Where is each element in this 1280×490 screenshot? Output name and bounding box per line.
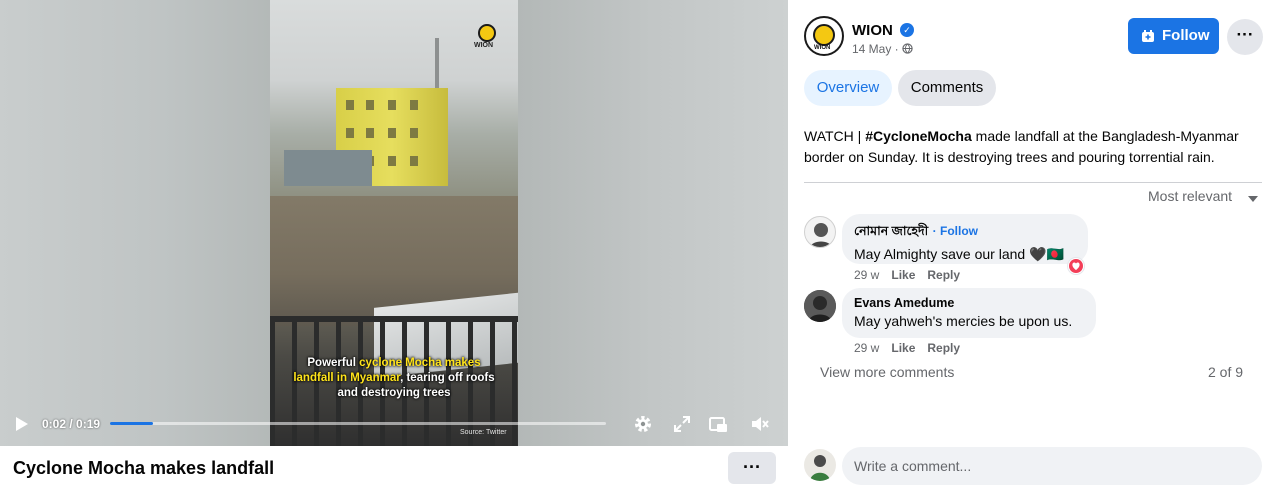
video-blur-left [0,0,270,446]
post-title: Cyclone Mocha makes landfall [13,458,275,478]
caption-highlight-2: landfall in Myanmar [293,372,401,384]
video-controls: 0:02 / 0:19 [0,402,788,446]
video-blur-right [518,0,788,446]
post-text: WATCH | #CycloneMocha made landfall at t… [804,126,1266,168]
caption-highlight-1: cyclone Mocha makes [359,357,481,369]
reply-link[interactable]: Reply [927,341,960,355]
caption-plain-2: , tearing off roofs [400,372,495,384]
video-player[interactable]: WION Powerful cyclone Mocha makes landfa… [0,0,788,446]
comment-follow-link[interactable]: · Follow [933,224,978,238]
comment-author[interactable]: নোমান জাহেদী [854,224,928,238]
tab-comments[interactable]: Comments [898,70,996,106]
reply-link[interactable]: Reply [927,268,960,282]
fullscreen-expand-icon[interactable] [672,414,692,434]
person-photo-icon [809,223,833,247]
divider [804,182,1262,183]
like-link[interactable]: Like [891,341,915,355]
picture-in-picture-icon[interactable] [708,414,728,434]
tab-overview[interactable]: Overview [804,70,892,106]
comment-meta: 29 w Like Reply [854,341,972,355]
watermark-logo-icon [478,24,496,42]
chevron-down-icon[interactable] [1248,195,1258,203]
comment-author[interactable]: Evans Amedume [854,296,1084,310]
commenter-avatar[interactable] [804,290,836,322]
comment-meta: 29 w Like Reply [854,268,972,282]
post-date[interactable]: 14 May · [852,42,913,56]
verified-badge-icon: ✓ [900,23,914,37]
progress-fill [110,422,153,425]
page-more-button[interactable]: ··· [1227,19,1263,55]
hashtag-link[interactable]: #CycloneMocha [865,128,972,144]
comment-text: May Almighty save our land 🖤🇧🇩 [854,246,1064,262]
comment-bubble: নোমান জাহেদী · Follow May Almighty save … [842,214,1088,264]
sort-dropdown[interactable]: Most relevant [1148,188,1232,204]
wion-logo-icon [813,24,835,46]
play-icon[interactable] [14,416,30,432]
avatar-label: WION [814,45,831,51]
caption-line-3: and destroying trees [337,387,451,399]
page-avatar[interactable]: WION [804,16,844,56]
comment-text: May yahweh's mercies be upon us. [854,313,1073,329]
settings-gear-icon[interactable] [633,414,653,434]
video-caption: Powerful cyclone Mocha makes landfall in… [270,356,518,401]
comment-input[interactable] [842,447,1262,485]
caption-plain-1: Powerful [307,357,360,369]
love-reaction-icon[interactable] [1067,257,1085,275]
globe-icon [902,43,913,54]
comment-count: 2 of 9 [1208,364,1244,380]
video-frame: WION Powerful cyclone Mocha makes landfa… [270,0,518,446]
volume-muted-icon[interactable] [750,414,770,434]
current-user-avatar[interactable] [804,449,836,481]
comment-age: 29 w [854,268,880,282]
scene-hut [284,150,372,186]
post-date-text: 14 May · [852,42,899,56]
like-link[interactable]: Like [891,268,915,282]
person-photo-icon [810,455,830,481]
follow-plus-icon [1142,30,1154,42]
video-time: 0:02 / 0:19 [42,417,101,431]
watermark-text: WION [474,42,494,49]
page-name[interactable]: WION [852,22,893,39]
follow-label: Follow [1162,27,1210,44]
more-options-button[interactable]: ··· [728,452,776,484]
person-photo-icon [804,290,836,322]
view-more-comments-link[interactable]: View more comments [820,364,954,380]
comment-bubble: Evans Amedume May yahweh's mercies be up… [842,288,1096,338]
post-panel: WION WION ✓ 14 May · Follow ··· Overview… [788,0,1280,490]
comment-age: 29 w [854,341,880,355]
commenter-avatar[interactable] [804,216,836,248]
post-prefix: WATCH | [804,128,866,144]
progress-bar[interactable] [110,422,606,425]
follow-button[interactable]: Follow [1128,18,1219,54]
